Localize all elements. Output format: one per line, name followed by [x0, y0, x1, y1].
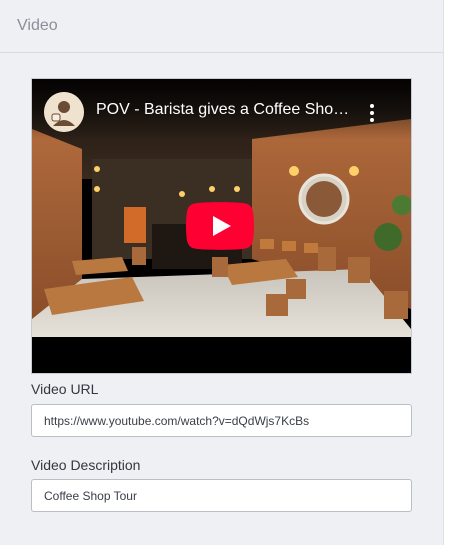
video-url-label: Video URL: [31, 381, 99, 397]
video-description-input[interactable]: [31, 479, 412, 512]
video-description-label: Video Description: [31, 457, 141, 473]
panel-title: Video: [17, 17, 58, 34]
channel-avatar[interactable]: [44, 92, 84, 132]
video-title[interactable]: POV - Barista gives a Coffee Shop Tour: [96, 101, 358, 119]
video-embed[interactable]: POV - Barista gives a Coffee Shop Tour: [31, 78, 412, 374]
panel-header: Video: [0, 0, 443, 53]
more-vertical-icon[interactable]: [366, 102, 378, 124]
youtube-play-icon[interactable]: [186, 202, 254, 250]
video-url-input[interactable]: [31, 404, 412, 437]
video-panel: Video POV - Barista gives a Coffee Shop …: [0, 0, 444, 545]
